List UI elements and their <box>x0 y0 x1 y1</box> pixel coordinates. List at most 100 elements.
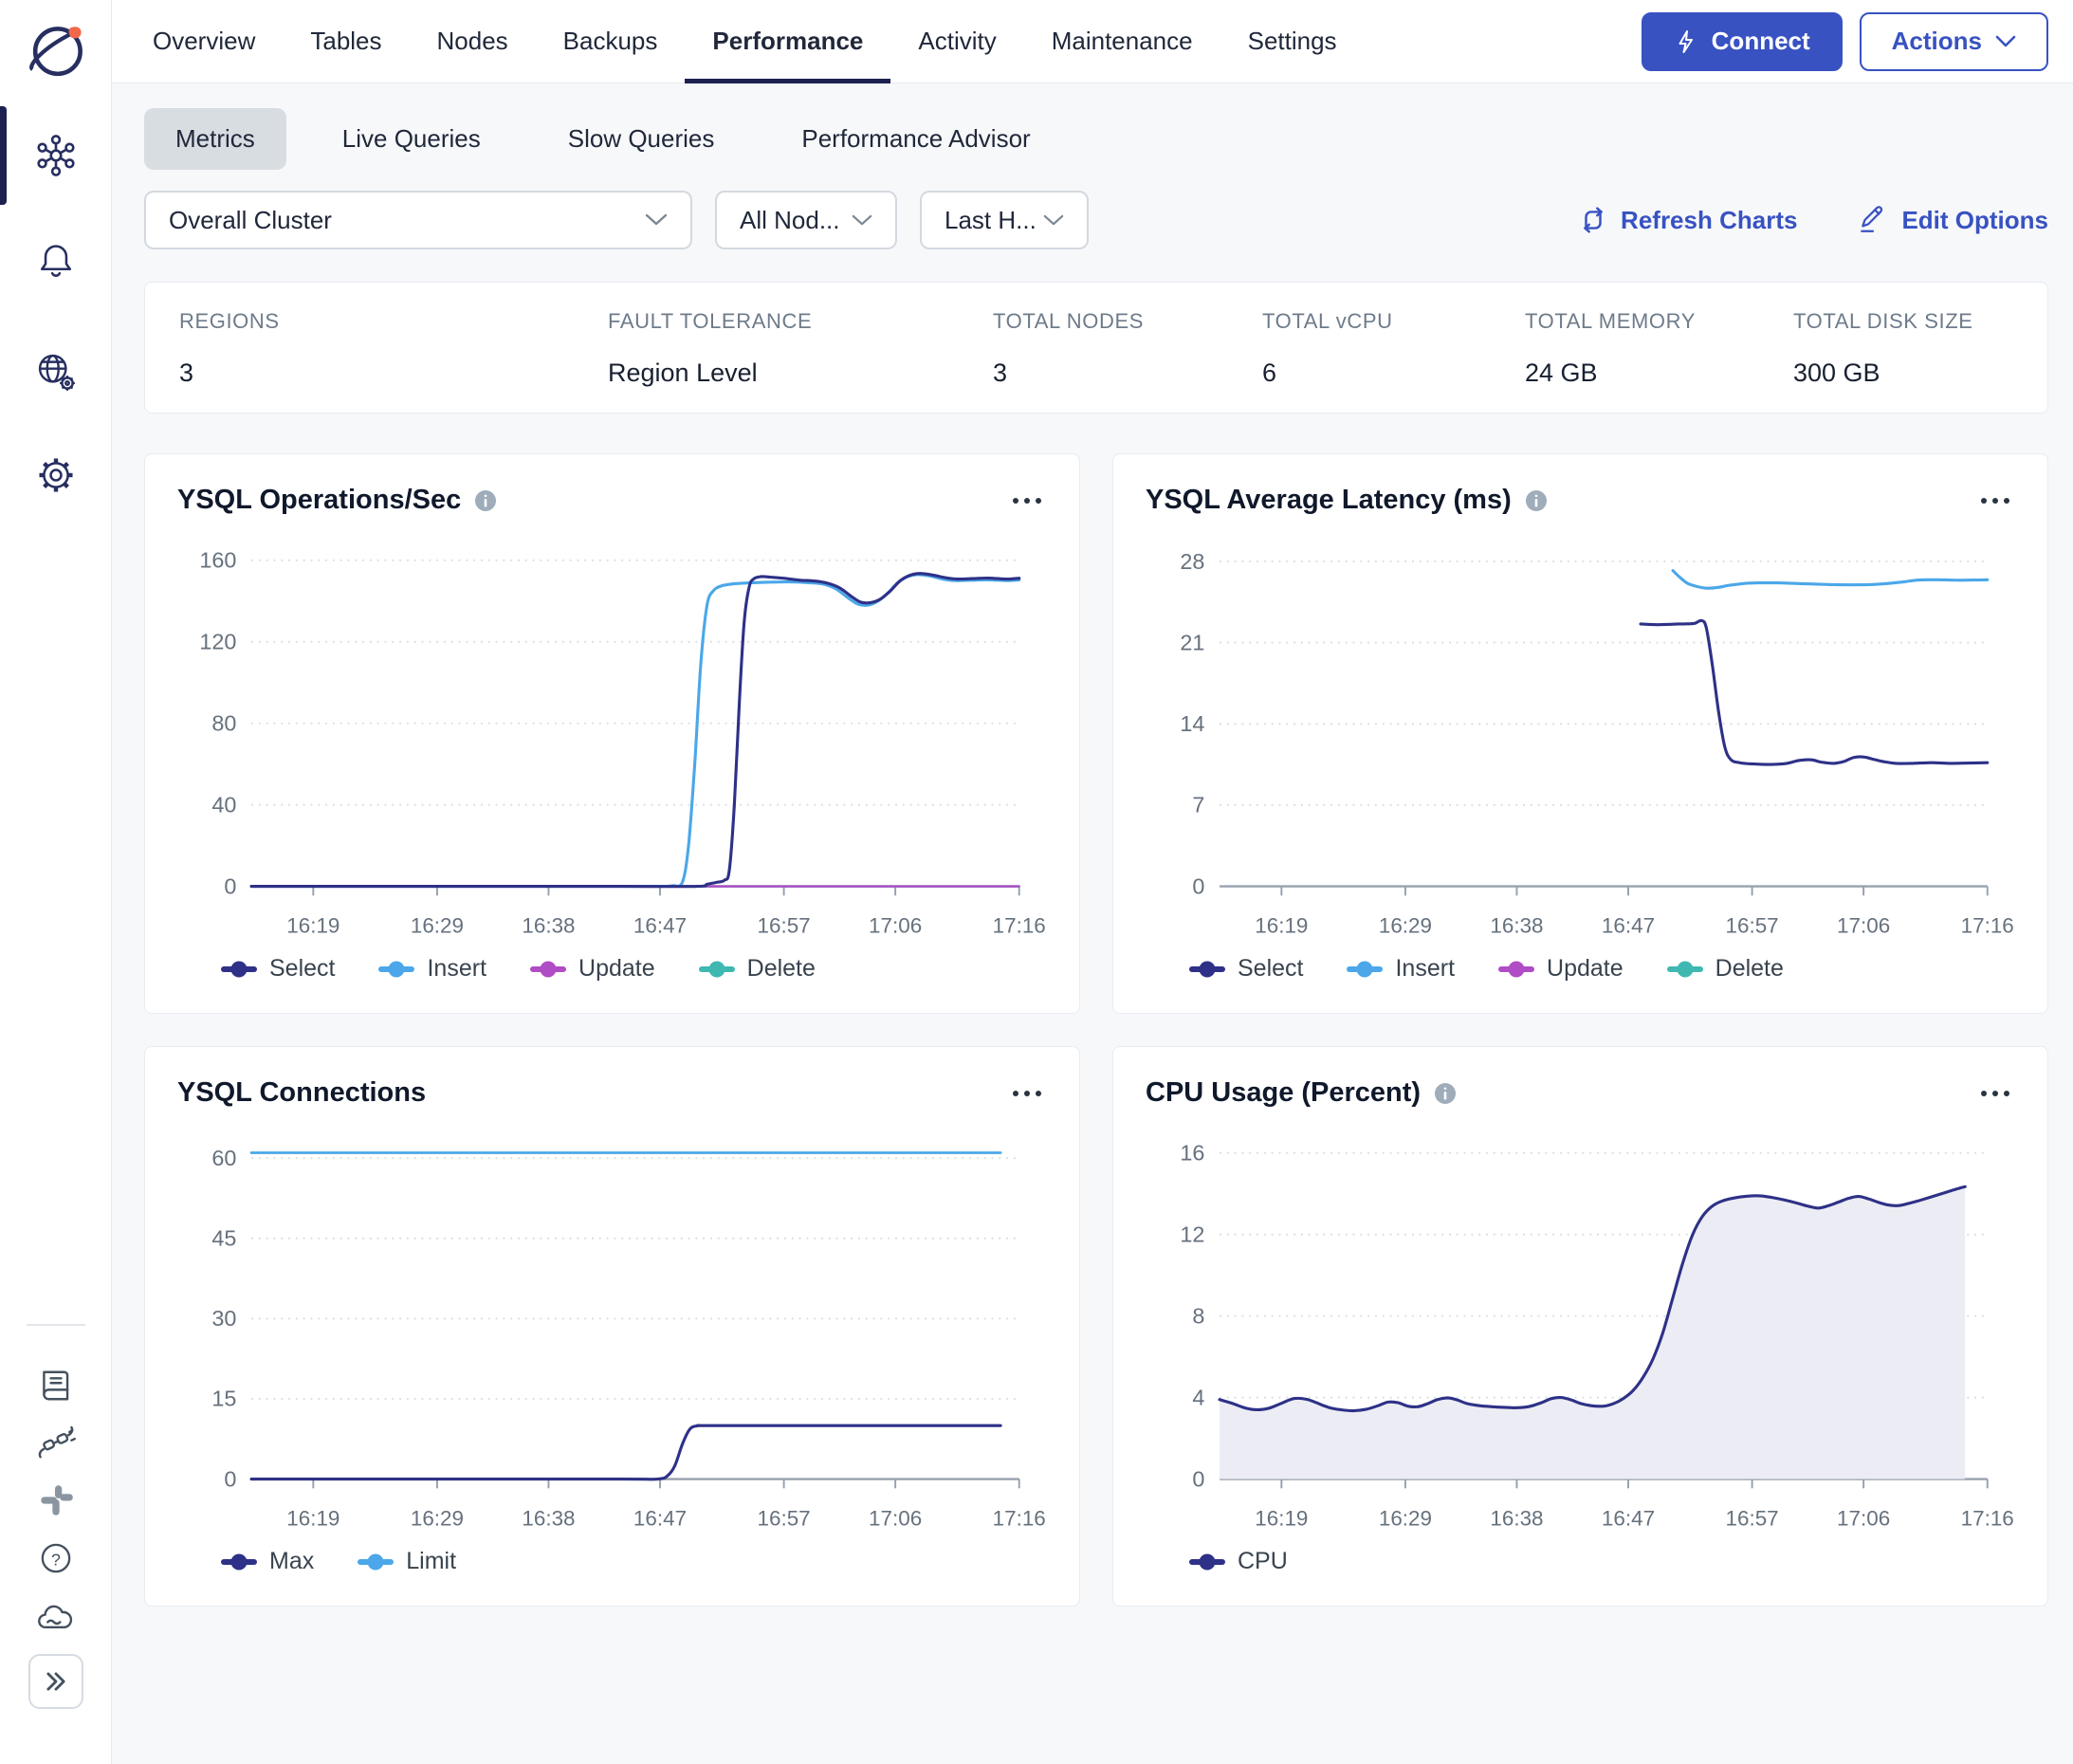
chart-legend: Max Limit <box>221 1548 1047 1575</box>
chart-menu-button[interactable] <box>1007 492 1047 509</box>
summary-label: TOTAL DISK SIZE <box>1793 309 2047 334</box>
summary-total-memory: TOTAL MEMORY24 GB <box>1525 309 1793 388</box>
legend-item-cpu[interactable]: CPU <box>1189 1548 1288 1575</box>
refresh-charts-label: Refresh Charts <box>1621 206 1797 235</box>
svg-text:16:57: 16:57 <box>1726 913 1779 937</box>
legend-label: Update <box>1547 955 1624 983</box>
cluster-tab-bar: OverviewTablesNodesBackupsPerformanceAct… <box>112 0 2073 83</box>
tab-activity[interactable]: Activity <box>890 0 1023 83</box>
summary-value: 300 GB <box>1793 358 2047 388</box>
docs-book-icon[interactable] <box>34 1364 78 1407</box>
legend-label: Select <box>1238 955 1303 983</box>
cluster-scope-value: Overall Cluster <box>169 206 332 235</box>
legend-item-max[interactable]: Max <box>221 1548 314 1575</box>
legend-label: Insert <box>427 955 486 983</box>
chart-menu-button[interactable] <box>1975 1085 2015 1102</box>
tab-nodes[interactable]: Nodes <box>410 0 536 83</box>
svg-text:16:19: 16:19 <box>1255 1506 1308 1530</box>
help-question-icon[interactable]: ? <box>35 1537 77 1579</box>
svg-text:16:47: 16:47 <box>1602 1506 1655 1530</box>
chevron-down-icon <box>852 214 872 227</box>
edit-options-button[interactable]: Edit Options <box>1858 205 2048 235</box>
alerts-bell-icon[interactable] <box>34 239 78 283</box>
refresh-icon <box>1579 206 1607 234</box>
connect-label: Connect <box>1712 27 1810 56</box>
actions-button[interactable]: Actions <box>1860 12 2048 71</box>
yugabyte-logo-icon[interactable] <box>20 17 92 89</box>
info-icon[interactable] <box>474 489 497 512</box>
chart-menu-button[interactable] <box>1975 492 2015 509</box>
svg-text:0: 0 <box>224 1466 236 1491</box>
svg-text:17:16: 17:16 <box>1961 1506 2014 1530</box>
svg-text:16:19: 16:19 <box>286 1506 339 1530</box>
svg-text:17:16: 17:16 <box>993 913 1046 937</box>
sidebar: ? <box>0 0 112 1764</box>
tab-settings[interactable]: Settings <box>1220 0 1365 83</box>
tab-tables[interactable]: Tables <box>283 0 409 83</box>
refresh-charts-button[interactable]: Refresh Charts <box>1579 206 1797 235</box>
chart-legend: Select Insert Update Delete <box>1189 955 2015 983</box>
legend-item-update[interactable]: Update <box>530 955 655 983</box>
legend-item-insert[interactable]: Insert <box>378 955 486 983</box>
legend-marker-icon <box>1498 959 1534 980</box>
subtab-performance-advisor[interactable]: Performance Advisor <box>770 108 1061 170</box>
svg-text:16:38: 16:38 <box>1490 1506 1543 1530</box>
slack-icon[interactable] <box>35 1479 77 1521</box>
connect-button[interactable]: Connect <box>1642 12 1843 71</box>
tab-performance[interactable]: Performance <box>685 0 890 83</box>
svg-text:16:47: 16:47 <box>1602 913 1655 937</box>
time-range-dropdown[interactable]: Last H... <box>920 191 1089 249</box>
nav-tabs: OverviewTablesNodesBackupsPerformanceAct… <box>125 0 1365 83</box>
summary-value: 3 <box>179 358 608 388</box>
svg-text:7: 7 <box>1192 793 1204 818</box>
svg-text:21: 21 <box>1180 630 1204 654</box>
svg-text:40: 40 <box>211 792 236 817</box>
chart-menu-button[interactable] <box>1007 1085 1047 1102</box>
metrics-filter-row: Overall Cluster All Nod... Last H... <box>112 191 2073 249</box>
cloud-status-icon[interactable] <box>33 1595 79 1641</box>
legend-item-select[interactable]: Select <box>1189 955 1303 983</box>
cluster-scope-dropdown[interactable]: Overall Cluster <box>144 191 692 249</box>
chart-canvas: 0408012016016:1916:2916:3816:4716:5717:0… <box>177 529 1047 942</box>
chevron-down-icon <box>645 213 668 227</box>
sidebar-expand-button[interactable] <box>28 1654 83 1709</box>
svg-text:60: 60 <box>211 1146 236 1170</box>
tab-overview[interactable]: Overview <box>125 0 283 83</box>
legend-item-select[interactable]: Select <box>221 955 335 983</box>
tab-maintenance[interactable]: Maintenance <box>1024 0 1220 83</box>
subtab-live-queries[interactable]: Live Queries <box>311 108 512 170</box>
legend-item-delete[interactable]: Delete <box>699 955 816 983</box>
summary-value: 3 <box>993 358 1262 388</box>
nodes-value: All Nod... <box>740 206 840 235</box>
svg-text:14: 14 <box>1180 711 1204 736</box>
info-icon[interactable] <box>1525 489 1548 512</box>
settings-gear-icon[interactable] <box>34 453 78 497</box>
svg-text:16:57: 16:57 <box>1726 1506 1779 1530</box>
sidebar-item-clusters[interactable] <box>33 133 79 178</box>
legend-item-delete[interactable]: Delete <box>1667 955 1784 983</box>
svg-text:16:29: 16:29 <box>411 1506 464 1530</box>
legend-item-limit[interactable]: Limit <box>358 1548 456 1575</box>
chevron-down-icon <box>1995 35 2016 48</box>
legend-item-update[interactable]: Update <box>1498 955 1624 983</box>
summary-total-nodes: TOTAL NODES3 <box>993 309 1262 388</box>
tab-backups[interactable]: Backups <box>536 0 686 83</box>
network-globe-settings-icon[interactable] <box>33 349 79 395</box>
pencil-icon <box>1858 205 1888 235</box>
summary-label: REGIONS <box>179 309 608 334</box>
info-icon[interactable] <box>1434 1082 1457 1105</box>
subtab-metrics[interactable]: Metrics <box>144 108 286 170</box>
integrations-plug-icon[interactable] <box>34 1422 78 1465</box>
app-window: ? OverviewTablesNodesBackupsPerformanceA… <box>0 0 2073 1764</box>
nodes-dropdown[interactable]: All Nod... <box>715 191 897 249</box>
svg-text:0: 0 <box>224 873 236 898</box>
lightning-icon <box>1674 29 1698 54</box>
svg-text:17:06: 17:06 <box>1837 1506 1890 1530</box>
summary-total-vcpu: TOTAL vCPU6 <box>1262 309 1525 388</box>
svg-text:4: 4 <box>1192 1385 1204 1409</box>
legend-item-insert[interactable]: Insert <box>1347 955 1455 983</box>
chart-legend: CPU <box>1189 1548 2015 1575</box>
chart-card-ysql-ops: YSQL Operations/Sec 0408012016016:1916:2… <box>144 453 1080 1014</box>
subtab-slow-queries[interactable]: Slow Queries <box>537 108 746 170</box>
legend-marker-icon <box>1189 959 1225 980</box>
